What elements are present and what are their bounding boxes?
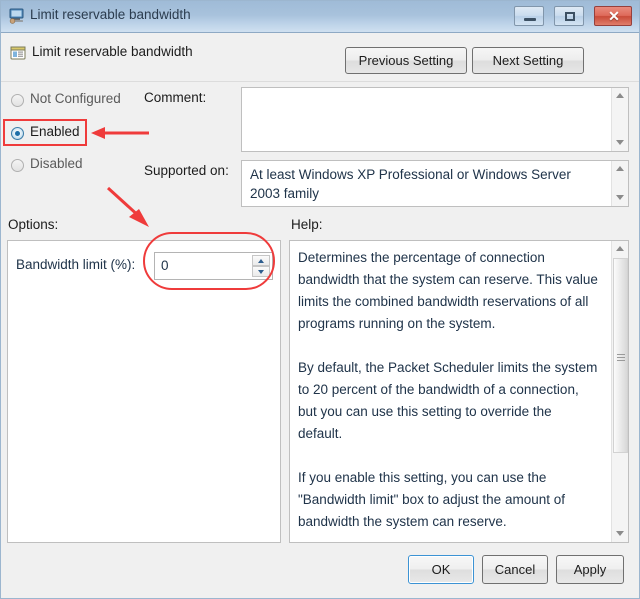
ok-button[interactable]: OK — [408, 555, 474, 584]
window-title: Limit reservable bandwidth — [30, 7, 191, 22]
annotation-arrow-bandwidth-field — [101, 184, 161, 232]
radio-not-configured-label: Not Configured — [30, 91, 121, 106]
group-policy-setting-dialog: Limit reservable bandwidth ✕ Limit reser… — [0, 0, 640, 599]
radio-enabled-mark — [11, 127, 24, 140]
comment-scrollbar[interactable] — [611, 88, 628, 151]
radio-enabled-label: Enabled — [30, 124, 80, 139]
help-scrollbar[interactable] — [611, 241, 628, 542]
scroll-up-icon[interactable] — [612, 161, 628, 177]
annotation-arrow-enabled — [89, 125, 151, 141]
radio-not-configured-mark — [11, 94, 24, 107]
close-button[interactable]: ✕ — [594, 6, 632, 26]
radio-disabled-label: Disabled — [30, 156, 83, 171]
close-icon: ✕ — [608, 8, 620, 24]
scroll-up-icon[interactable] — [612, 88, 628, 104]
previous-setting-button[interactable]: Previous Setting — [345, 47, 467, 74]
scroll-up-icon[interactable] — [612, 241, 628, 257]
stepper-up-button[interactable] — [252, 255, 270, 266]
comment-textarea[interactable] — [241, 87, 629, 152]
minimize-icon — [524, 18, 536, 21]
maximize-button[interactable] — [554, 6, 584, 26]
scroll-down-icon[interactable] — [612, 135, 628, 151]
options-label: Options: — [8, 217, 59, 232]
maximize-icon — [565, 12, 575, 21]
title-bar: Limit reservable bandwidth ✕ — [1, 1, 639, 33]
next-setting-button[interactable]: Next Setting — [472, 47, 584, 74]
options-panel: Bandwidth limit (%): 0 — [7, 240, 281, 543]
header-divider — [1, 81, 639, 82]
supported-on-textarea: At least Windows XP Professional or Wind… — [241, 160, 629, 207]
cancel-button[interactable]: Cancel — [482, 555, 548, 584]
scroll-down-icon[interactable] — [612, 190, 628, 206]
minimize-button[interactable] — [514, 6, 544, 26]
setting-window-icon — [10, 45, 26, 61]
help-text: Determines the percentage of connection … — [298, 250, 598, 529]
bandwidth-limit-label: Bandwidth limit (%): — [16, 257, 136, 272]
supported-on-scrollbar[interactable] — [611, 161, 628, 206]
bandwidth-limit-stepper[interactable] — [252, 255, 270, 277]
stepper-down-button[interactable] — [252, 266, 270, 277]
apply-button[interactable]: Apply — [556, 555, 624, 584]
supported-on-label: Supported on: — [144, 163, 229, 178]
bandwidth-limit-value: 0 — [161, 258, 169, 273]
scrollbar-thumb[interactable] — [613, 258, 628, 453]
help-panel: Determines the percentage of connection … — [289, 240, 629, 543]
policy-monitor-icon — [8, 8, 25, 24]
setting-title: Limit reservable bandwidth — [32, 44, 193, 59]
help-label: Help: — [291, 217, 323, 232]
scroll-down-icon[interactable] — [612, 526, 628, 542]
radio-disabled-mark — [11, 159, 24, 172]
comment-label: Comment: — [144, 90, 207, 105]
bandwidth-limit-input[interactable]: 0 — [154, 252, 273, 280]
supported-on-value: At least Windows XP Professional or Wind… — [250, 167, 571, 201]
